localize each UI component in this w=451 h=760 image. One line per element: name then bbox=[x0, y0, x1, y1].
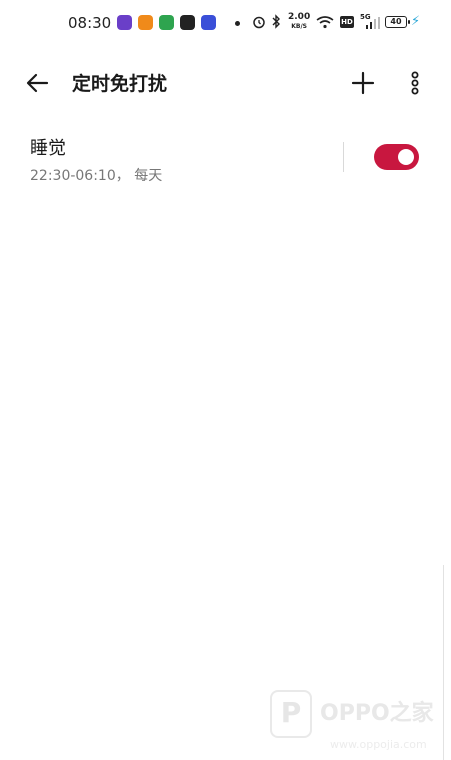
bluetooth-icon bbox=[272, 14, 280, 29]
list-item-sleep-rule[interactable]: 睡觉 22:30-06:10， 每天 bbox=[0, 126, 451, 196]
app-icon-blue bbox=[201, 15, 216, 30]
toggle-knob bbox=[398, 149, 414, 165]
divider bbox=[343, 142, 344, 172]
status-bar: 08:30 2.00 KB/S HD 5G 40 ⚡ bbox=[0, 0, 451, 46]
rule-name: 睡觉 bbox=[30, 138, 66, 159]
battery-icon: 40 bbox=[385, 16, 410, 28]
more-vertical-icon bbox=[411, 71, 419, 95]
more-options-button[interactable] bbox=[403, 68, 427, 98]
watermark-brand: OPPO之家 bbox=[320, 701, 434, 726]
more-notifications-dot bbox=[235, 21, 240, 26]
rule-toggle-switch[interactable] bbox=[374, 144, 419, 170]
watermark: P OPPO之家 www.oppojia.com bbox=[268, 690, 451, 760]
network-speed: 2.00 KB/S bbox=[288, 13, 310, 31]
weibo-icon bbox=[138, 15, 153, 30]
app-icon-purple bbox=[117, 15, 132, 30]
watermark-logo: P bbox=[270, 690, 312, 738]
wechat-icon bbox=[180, 15, 195, 30]
add-rule-button[interactable] bbox=[348, 68, 378, 98]
network-speed-unit: KB/S bbox=[291, 23, 307, 30]
page-title: 定时免打扰 bbox=[72, 73, 168, 95]
hd-icon: HD bbox=[340, 16, 354, 28]
notification-icons bbox=[117, 15, 216, 30]
toolbar: 定时免打扰 bbox=[0, 56, 451, 108]
back-button[interactable] bbox=[22, 68, 52, 98]
charging-icon: ⚡ bbox=[411, 14, 421, 29]
alarm-icon bbox=[253, 16, 265, 29]
watermark-url: www.oppojia.com bbox=[330, 738, 427, 751]
back-arrow-icon bbox=[26, 73, 49, 93]
network-speed-value: 2.00 bbox=[288, 12, 311, 22]
app-icon-colorful bbox=[159, 15, 174, 30]
wifi-icon bbox=[316, 16, 334, 29]
status-time: 08:30 bbox=[68, 14, 112, 32]
plus-icon bbox=[351, 71, 375, 95]
rule-schedule: 22:30-06:10， 每天 bbox=[30, 168, 163, 184]
signal-icon bbox=[366, 17, 380, 29]
